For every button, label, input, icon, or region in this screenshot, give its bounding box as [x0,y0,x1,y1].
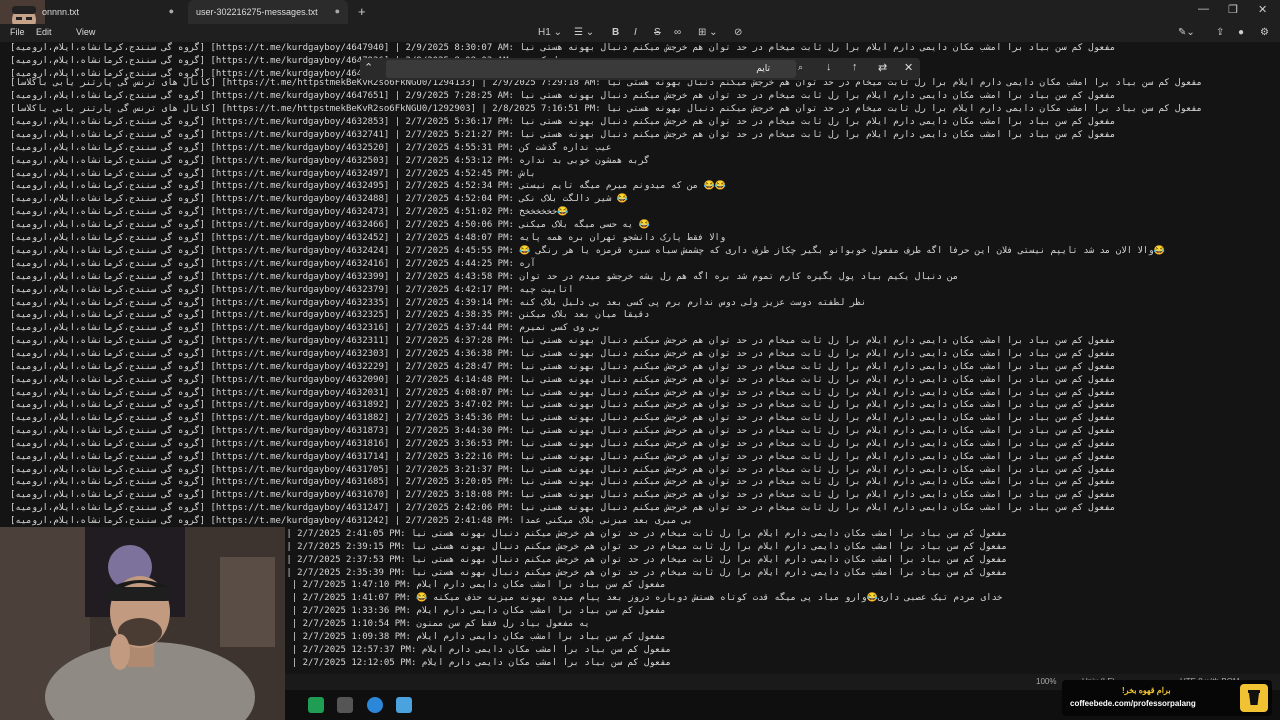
copilot-icon[interactable]: ✎⌄ [1178,27,1195,38]
text-line: [گروه گی سنندج،کرمانشاه،ایلام،ارومیه] [h… [10,477,1116,487]
menu-bar: File Edit View H1 ⌄ ☰ ⌄ B I S ∞ ⊞ ⌄ ⊘ ✎⌄… [0,24,1280,42]
close-icon[interactable]: ● [335,6,340,16]
tab-bar: onnnn.txt ● user-302216275-messages.txt … [0,0,1280,38]
minimize-icon[interactable]: — [1198,3,1209,15]
tab-messages[interactable]: user-302216275-messages.txt ● [188,0,348,24]
text-line: [گروه گی سنندج،کرمانشاه،ایلام،ارومیه] [h… [10,413,1116,423]
text-line: [گروه گی سنندج،کرمانشاه،ایلام،ارومیه] [h… [10,259,536,269]
text-line: [گروه گی سنندج،کرمانشاه،ایلام،ارومیه] [h… [10,349,1116,359]
strikethrough-icon[interactable]: S [654,27,661,38]
text-line: [گروه گی سنندج،کرمانشاه،ایلام،ارومیه] [h… [10,233,726,243]
text-line: [گروه گی سنندج،کرمانشاه،ایلام،ارومیه] [h… [10,362,1116,372]
text-line: [گروه گی سنندج،کرمانشاه،ایلام،ارومیه] [h… [10,452,1116,462]
sponsor-line1: برام قهوه بخر! [1122,686,1171,695]
search-input[interactable] [386,60,796,78]
text-line: [گروه گی سنندج،کرمانشاه،ایلام،ارومیه] [h… [10,439,1116,449]
app-icon[interactable] [337,697,353,713]
notepad-icon[interactable] [396,697,412,713]
text-line: [گروه گی سنندج،کرمانشاه،ایلام،ارومیه] [h… [10,117,1116,127]
menu-edit[interactable]: Edit [36,27,52,37]
text-line: [گروه گی سنندج،کرمانشاه،ایلام،ارومیه] [h… [10,336,1116,346]
new-tab-icon[interactable]: + [358,4,366,19]
app-icon[interactable] [308,697,324,713]
sponsor-banner: برام قهوه بخر! coffeebede.com/professorp… [1062,680,1272,716]
heading-dropdown[interactable]: H1 ⌄ [538,27,562,38]
next-match-icon[interactable]: ↓ [826,61,832,73]
app-icon[interactable] [367,697,383,713]
close-icon[interactable]: ● [169,6,174,16]
account-icon[interactable]: ● [1238,27,1244,38]
text-line: [گروه گی سنندج،کرمانشاه،ایلام،ارومیه] [h… [10,181,727,191]
settings-icon[interactable]: ⚙ [1260,27,1269,38]
text-line: [گروه گی سنندج،کرمانشاه،ایلام،ارومیه] [h… [10,91,1116,101]
find-bar: ⌃ ⌕ ↓ ↑ ⇄ ✕ [360,58,920,80]
webcam-feed [0,527,285,720]
coffee-cup-icon [1240,684,1268,712]
text-line: [گروه گی سنندج،کرمانشاه،ایلام،ارومیه] [h… [10,130,1116,140]
list-icon[interactable]: ☰ ⌄ [574,27,594,38]
link-icon[interactable]: ∞ [674,27,681,38]
text-line: [گروه گی سنندج،کرمانشاه،ایلام،ارومیه] [h… [10,375,1116,385]
maximize-icon[interactable]: ❐ [1228,3,1238,16]
text-line: [گروه گی سنندج،کرمانشاه،ایلام،ارومیه] [h… [10,207,569,217]
text-line: [گروه گی سنندج،کرمانشاه،ایلام،ارومیه] [h… [10,503,1116,513]
text-line: [گروه گی سنندج،کرمانشاه،ایلام،ارومیه] [h… [10,426,1116,436]
tab-onnnn[interactable]: onnnn.txt ● [30,0,182,24]
heading-label: H1 [538,27,551,38]
text-line: [گروه گی سنندج،کرمانشاه،ایلام،ارومیه] [h… [10,400,1116,410]
text-line: [گروه گی سنندج،کرمانشاه،ایلام،ارومیه] [h… [10,156,650,166]
close-icon[interactable]: ✕ [904,61,913,74]
clear-format-icon[interactable]: ⊘ [734,27,742,38]
webcam-overlay [0,527,285,720]
text-line: [گروه گی سنندج،کرمانشاه،ایلام،ارومیه] [h… [10,323,601,333]
text-line: [گروه گی سنندج،کرمانشاه،ایلام،ارومیه] [h… [10,285,574,295]
text-line: [کانال های ترنس گی پارتنر یابی باکلاسا] … [10,104,1203,114]
chevron-up-icon[interactable]: ⌃ [364,61,373,74]
text-line: [گروه گی سنندج،کرمانشاه،ایلام،ارومیه] [h… [10,272,959,282]
text-line: [گروه گی سنندج،کرمانشاه،ایلام،ارومیه] [h… [10,490,1116,500]
previous-match-icon[interactable]: ↑ [852,61,858,73]
tab-label: onnnn.txt [42,7,80,17]
bold-icon[interactable]: B [612,27,619,38]
tab-label: user-302216275-messages.txt [196,7,318,17]
text-line: [گروه گی سنندج،کرمانشاه،ایلام،ارومیه] [h… [10,43,1116,53]
sponsor-line2: coffeebede.com/professorpalang [1070,699,1196,708]
zoom-level[interactable]: 100% [1036,677,1056,686]
text-line: [گروه گی سنندج،کرمانشاه،ایلام،ارومیه] [h… [10,220,650,230]
share-icon[interactable]: ⇪ [1216,27,1224,38]
table-icon[interactable]: ⊞ ⌄ [698,27,718,38]
text-line: [گروه گی سنندج،کرمانشاه،ایلام،ارومیه] [h… [10,143,612,153]
menu-view[interactable]: View [76,27,95,37]
search-icon: ⌕ [798,62,804,72]
text-line: [گروه گی سنندج،کرمانشاه،ایلام،ارومیه] [h… [10,310,650,320]
text-line: [گروه گی سنندج،کرمانشاه،ایلام،ارومیه] [h… [10,246,1165,256]
text-line: [گروه گی سنندج،کرمانشاه،ایلام،ارومیه] [h… [10,194,629,204]
menu-file[interactable]: File [10,27,25,37]
italic-icon[interactable]: I [634,27,637,38]
close-window-icon[interactable]: ✕ [1258,3,1267,16]
find-options-icon[interactable]: ⇄ [878,61,887,74]
